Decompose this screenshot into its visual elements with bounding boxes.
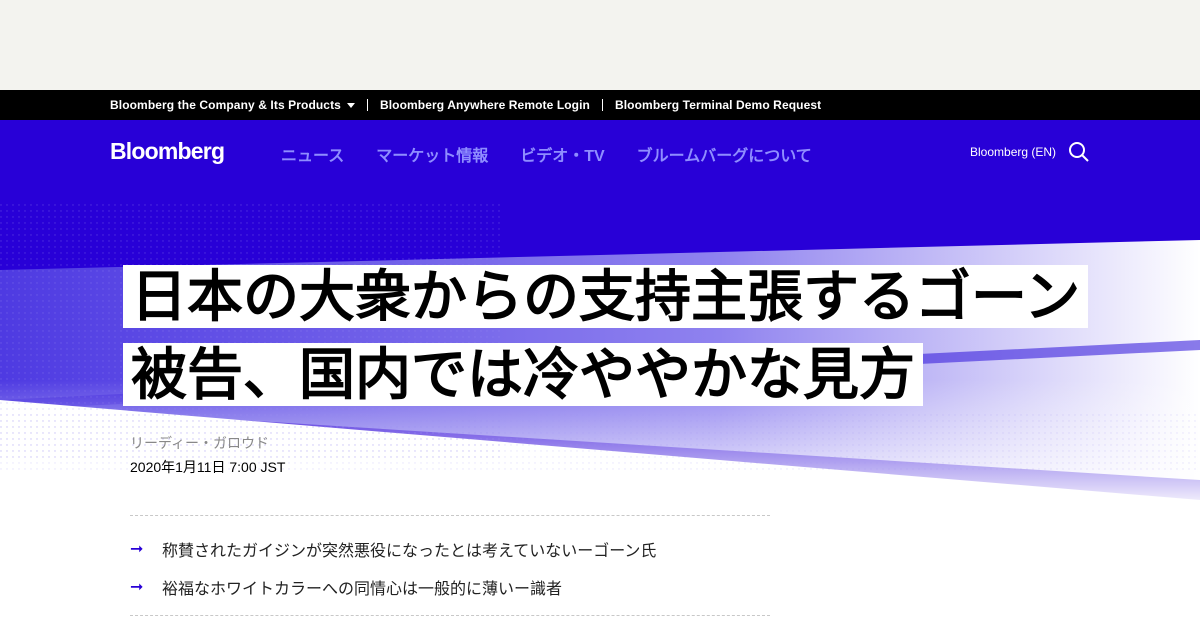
divider [601,99,603,111]
company-products-link[interactable]: Bloomberg the Company & Its Products [110,98,355,112]
arrow-right-icon: ➞ [130,541,144,558]
article-date: 2020年1月11日 7:00 JST [130,459,286,475]
list-item: ➞ 裕福なホワイトカラーへの同情心は一般的に薄いー識者 [130,579,563,598]
bloomberg-logo[interactable]: Bloomberg [110,138,225,165]
nav-links: ニュース マーケット情報 ビデオ・TV ブルームバーグについて [281,142,844,166]
ad-slot [0,0,1200,90]
main-nav: Bloomberg ニュース マーケット情報 ビデオ・TV ブルームバーグについ… [0,120,1200,184]
nav-about[interactable]: ブルームバーグについて [637,142,812,166]
caret-down-icon [346,102,355,108]
article-headline: 日本の大衆からの支持主張するゴーン被告、国内では冷ややかな見方 [123,258,1113,414]
arrow-right-icon: ➞ [130,579,144,596]
nav-markets[interactable]: マーケット情報 [376,142,488,166]
search-icon[interactable] [1068,141,1090,163]
terminal-demo-link[interactable]: Bloomberg Terminal Demo Request [615,98,821,112]
top-utility-bar: Bloomberg the Company & Its Products Blo… [0,90,1200,120]
language-link[interactable]: Bloomberg (EN) [970,145,1056,159]
list-item: ➞ 称賛されたガイジンが突然悪役になったとは考えていないーゴーン氏 [130,541,657,560]
anywhere-login-link[interactable]: Bloomberg Anywhere Remote Login [380,98,590,112]
article-byline[interactable]: リーディー・ガロウド [130,433,269,453]
divider [366,99,368,111]
nav-news[interactable]: ニュース [281,142,344,166]
article-summary: ➞ 称賛されたガイジンが突然悪役になったとは考えていないーゴーン氏 ➞ 裕福なホ… [130,515,770,616]
nav-video-tv[interactable]: ビデオ・TV [520,142,604,166]
